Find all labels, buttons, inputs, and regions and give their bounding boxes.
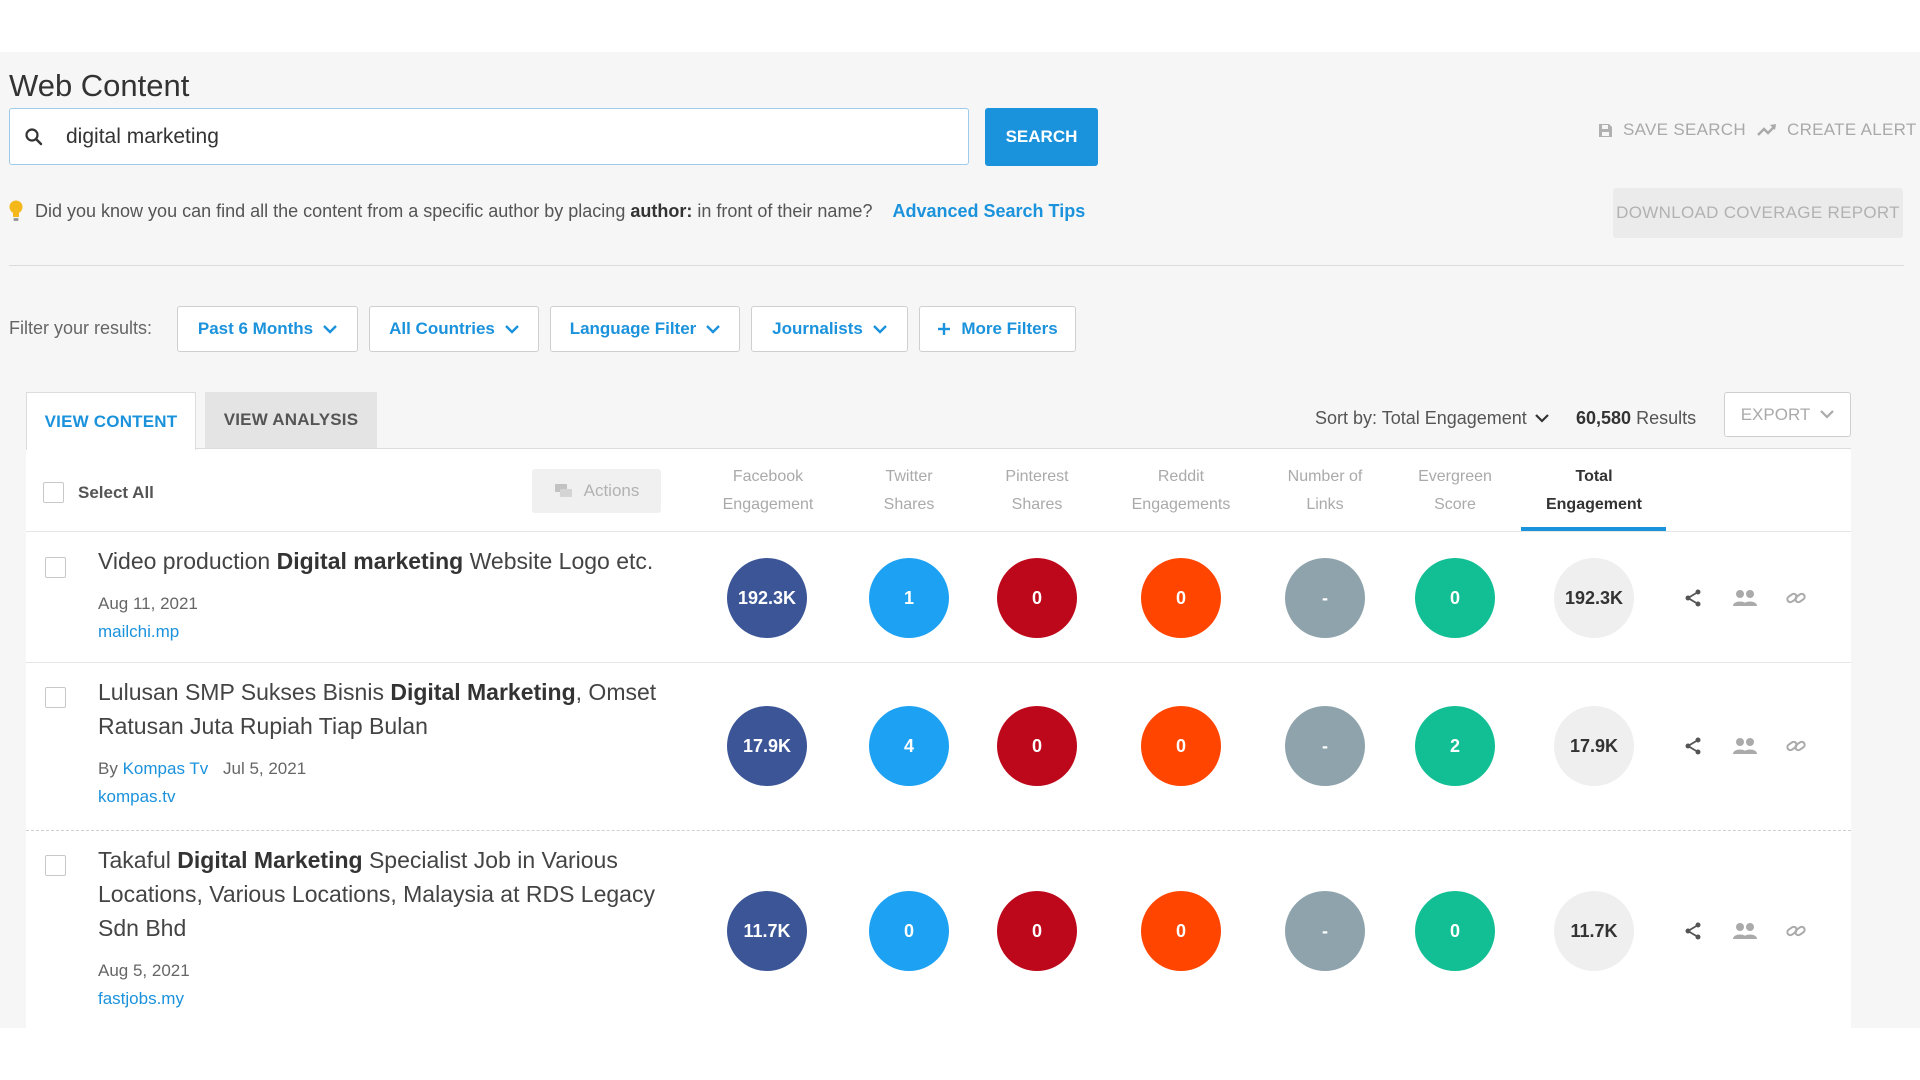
number-of-links-badge: - <box>1285 706 1365 786</box>
row-domain-link[interactable]: kompas.tv <box>98 787 175 807</box>
row-date: Aug 5, 2021 <box>98 961 190 980</box>
lightbulb-icon <box>9 200 23 221</box>
row-date: Aug 11, 2021 <box>98 594 198 613</box>
total-engagement-badge: 17.9K <box>1554 706 1634 786</box>
plus-icon <box>938 323 951 335</box>
download-coverage-report-button[interactable]: DOWNLOAD COVERAGE REPORT <box>1613 188 1903 238</box>
table-row: Video production Digital marketing Websi… <box>26 532 1851 662</box>
reddit-engagements-badge: 0 <box>1141 706 1221 786</box>
chevron-down-icon <box>872 324 887 334</box>
twitter-shares-badge: 4 <box>869 706 949 786</box>
facebook-engagement-badge: 17.9K <box>727 706 807 786</box>
chevron-down-icon <box>1820 410 1835 419</box>
share-icon[interactable] <box>1684 922 1702 940</box>
row-date: Jul 5, 2021 <box>222 759 307 778</box>
col-twitter-shares[interactable]: Twitter Shares <box>839 463 979 519</box>
search-box[interactable] <box>9 108 969 165</box>
save-icon <box>1599 123 1612 137</box>
more-filters-button[interactable]: More Filters <box>919 306 1076 352</box>
reddit-engagements-badge: 0 <box>1141 891 1221 971</box>
chevron-down-icon <box>706 324 721 334</box>
twitter-shares-badge: 1 <box>869 558 949 638</box>
people-icon[interactable] <box>1732 737 1758 755</box>
row-checkbox[interactable] <box>45 687 66 708</box>
row-checkbox[interactable] <box>45 557 66 578</box>
chevron-down-icon <box>323 324 337 334</box>
col-facebook-engagement[interactable]: Facebook Engagement <box>698 463 838 519</box>
sort-dropdown[interactable]: Sort by: Total Engagement <box>1315 408 1549 429</box>
search-icon <box>25 128 43 146</box>
search-tip: Did you know you can find all the conten… <box>9 200 1085 222</box>
export-button[interactable]: EXPORT <box>1724 392 1851 437</box>
page-title: Web Content <box>9 68 190 103</box>
search-input[interactable] <box>66 119 946 155</box>
section-divider <box>9 265 1904 266</box>
facebook-engagement-badge: 11.7K <box>727 891 807 971</box>
link-icon[interactable] <box>1785 588 1807 608</box>
pinterest-shares-badge: 0 <box>997 891 1077 971</box>
number-of-links-badge: - <box>1285 891 1365 971</box>
tip-text: Did you know you can find all the conten… <box>35 200 873 221</box>
row-domain-link[interactable]: mailchi.mp <box>98 622 179 642</box>
col-reddit-engagements[interactable]: Reddit Engagements <box>1111 463 1251 519</box>
total-engagement-badge: 11.7K <box>1554 891 1634 971</box>
people-icon[interactable] <box>1732 589 1758 607</box>
total-engagement-badge: 192.3K <box>1554 558 1634 638</box>
chat-bubbles-icon <box>554 484 572 497</box>
select-all-checkbox[interactable] <box>43 482 64 503</box>
tab-view-content[interactable]: VIEW CONTENT <box>26 392 196 450</box>
pinterest-shares-badge: 0 <box>997 558 1077 638</box>
table-row: Lulusan SMP Sukses Bisnis Digital Market… <box>26 663 1851 830</box>
results-count: 60,580 Results <box>1576 408 1697 428</box>
tab-view-analysis[interactable]: VIEW ANALYSIS <box>205 392 377 448</box>
col-total-engagement[interactable]: Total Engagement <box>1524 463 1664 519</box>
content-table: Select All Actions Facebook Engagement Tw… <box>26 448 1851 1028</box>
table-row: Takaful Digital Marketing Specialist Job… <box>26 831 1851 1028</box>
search-button[interactable]: SEARCH <box>985 108 1098 166</box>
filter-journalists[interactable]: Journalists <box>751 306 908 352</box>
create-alert-button[interactable]: CREATE ALERT <box>1757 120 1917 140</box>
filter-date-range[interactable]: Past 6 Months <box>177 306 358 352</box>
twitter-shares-badge: 0 <box>869 891 949 971</box>
number-of-links-badge: - <box>1285 558 1365 638</box>
row-title[interactable]: Takaful Digital Marketing Specialist Job… <box>98 843 698 945</box>
link-icon[interactable] <box>1785 921 1807 941</box>
save-search-button[interactable]: SAVE SEARCH <box>1598 120 1746 140</box>
link-icon[interactable] <box>1785 736 1807 756</box>
web-content-app: Web Content SEARCH SAVE SEARCH CREATE AL… <box>0 52 1920 1028</box>
author-link[interactable]: Kompas Tv <box>123 759 209 778</box>
col-pinterest-shares[interactable]: Pinterest Shares <box>967 463 1107 519</box>
advanced-search-tips-link[interactable]: Advanced Search Tips <box>892 201 1085 222</box>
row-checkbox[interactable] <box>45 855 66 876</box>
share-icon[interactable] <box>1684 737 1702 755</box>
filter-countries[interactable]: All Countries <box>369 306 539 352</box>
people-icon[interactable] <box>1732 922 1758 940</box>
row-byline: By Kompas Tv Jul 5, 2021 <box>98 759 307 778</box>
evergreen-score-badge: 0 <box>1415 558 1495 638</box>
filter-label: Filter your results: <box>9 318 153 338</box>
col-number-of-links[interactable]: Number of Links <box>1255 463 1395 519</box>
row-title[interactable]: Video production Digital marketing Websi… <box>98 544 698 578</box>
col-evergreen-score[interactable]: Evergreen Score <box>1385 463 1525 519</box>
chevron-down-icon <box>505 324 519 334</box>
chevron-down-icon <box>1535 414 1549 423</box>
trend-up-icon <box>1757 124 1776 136</box>
filter-language[interactable]: Language Filter <box>550 306 740 352</box>
row-domain-link[interactable]: fastjobs.my <box>98 989 184 1009</box>
reddit-engagements-badge: 0 <box>1141 558 1221 638</box>
actions-button[interactable]: Actions <box>532 469 661 513</box>
evergreen-score-badge: 0 <box>1415 891 1495 971</box>
create-alert-label: CREATE ALERT <box>1787 120 1917 139</box>
row-title[interactable]: Lulusan SMP Sukses Bisnis Digital Market… <box>98 675 698 743</box>
evergreen-score-badge: 2 <box>1415 706 1495 786</box>
save-search-label: SAVE SEARCH <box>1623 120 1746 139</box>
share-icon[interactable] <box>1684 589 1702 607</box>
facebook-engagement-badge: 192.3K <box>727 558 807 638</box>
select-all-label: Select All <box>78 483 154 502</box>
pinterest-shares-badge: 0 <box>997 706 1077 786</box>
